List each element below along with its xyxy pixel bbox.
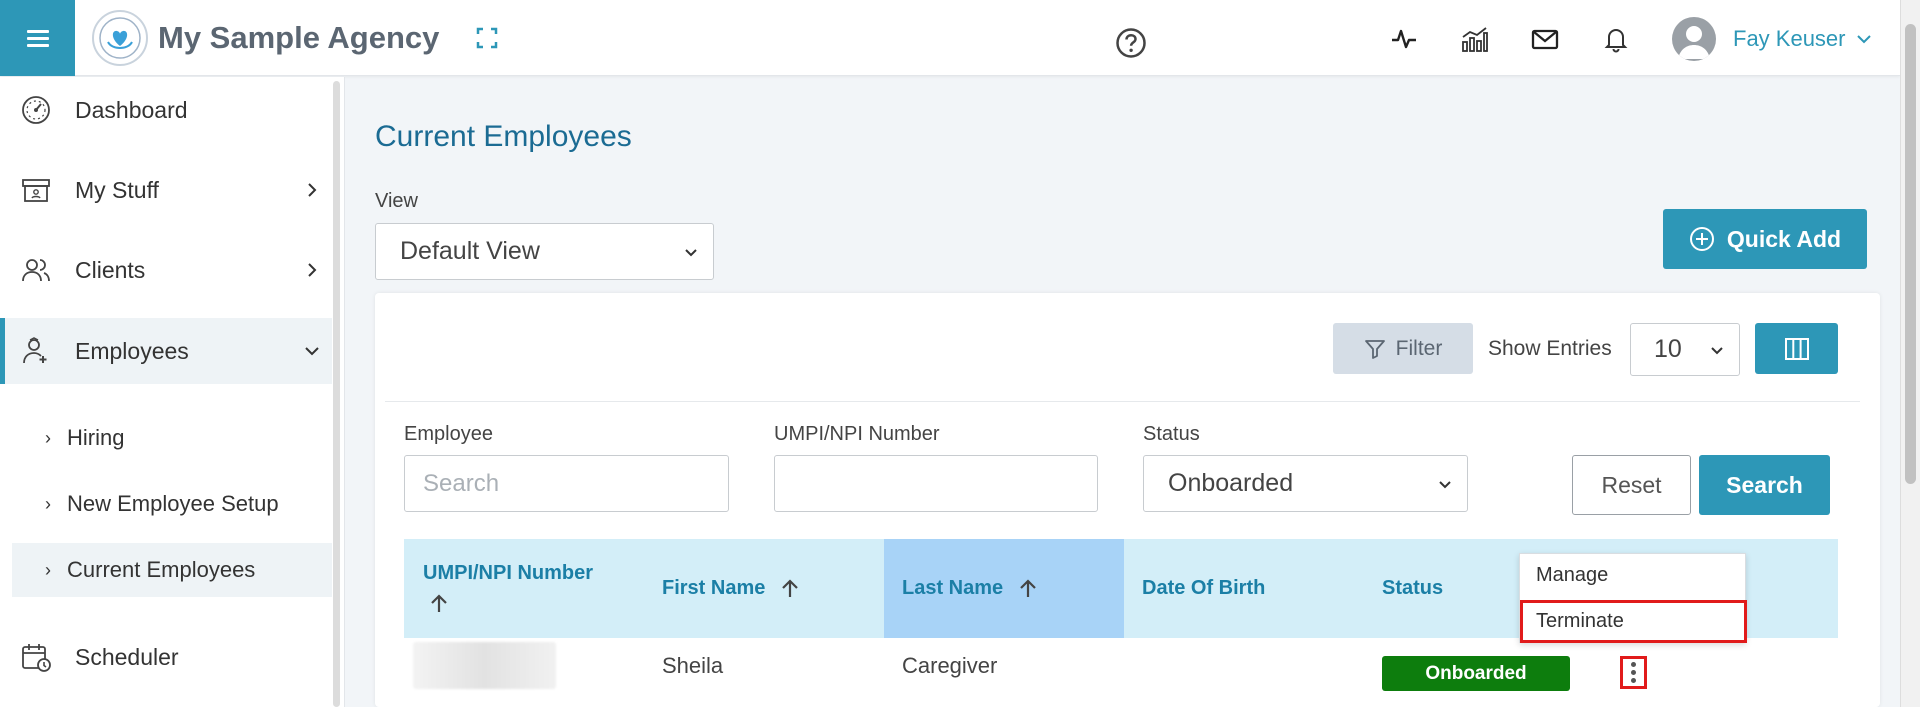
agency-logo — [92, 10, 148, 66]
sidebar-item-label: My Stuff — [75, 176, 159, 203]
sidebar-item-label: Employees — [75, 337, 189, 364]
archive-box-icon — [22, 179, 50, 202]
chevron-down-icon — [685, 248, 697, 256]
top-bar: My Sample Agency Fay Keuser — [0, 0, 1900, 76]
dashboard-gauge-icon — [22, 96, 50, 124]
bell-icon[interactable] — [1601, 24, 1631, 54]
view-label: View — [375, 190, 418, 212]
column-header-last-name[interactable]: Last Name — [884, 539, 1124, 638]
show-entries-label: Show Entries — [1488, 337, 1612, 360]
chevron-right-icon: › — [45, 427, 51, 448]
card-divider — [385, 401, 1860, 402]
column-header-label: Status — [1382, 577, 1444, 599]
reset-button[interactable]: Reset — [1572, 455, 1691, 515]
fullscreen-icon[interactable] — [475, 26, 499, 50]
help-icon[interactable] — [1115, 27, 1147, 59]
status-badge: Onboarded — [1382, 656, 1570, 691]
sidebar-item-label: Scheduler — [75, 643, 179, 670]
plus-circle-icon — [1689, 227, 1714, 251]
sidebar-subitem-hiring[interactable]: › Hiring — [12, 411, 332, 465]
menu-toggle-button[interactable] — [0, 0, 75, 76]
sidebar-item-label: Clients — [75, 256, 146, 283]
chevron-down-icon — [305, 347, 319, 356]
avatar[interactable] — [1672, 17, 1716, 61]
hamburger-icon — [26, 28, 49, 49]
column-header-label: First Name — [662, 577, 766, 599]
sidebar-subitem-label: New Employee Setup — [67, 491, 279, 516]
sidebar-item-clients[interactable]: Clients — [0, 237, 332, 303]
umpi-input[interactable] — [774, 455, 1098, 512]
kebab-dot-icon — [1631, 678, 1636, 683]
status-select[interactable]: Onboarded — [1143, 455, 1468, 512]
view-select[interactable]: Default View — [375, 223, 714, 280]
chevron-down-icon — [1711, 346, 1723, 354]
sidebar-item-my-stuff[interactable]: My Stuff — [0, 157, 332, 223]
umpi-filter-label: UMPI/NPI Number — [774, 423, 940, 445]
column-header-status: Status — [1364, 539, 1514, 638]
sort-up-icon — [782, 578, 799, 597]
status-select-value: Onboarded — [1168, 469, 1294, 497]
show-entries-select[interactable]: 10 — [1630, 323, 1740, 376]
sidebar-item-scheduler[interactable]: Scheduler — [0, 624, 332, 690]
page-title: Current Employees — [375, 120, 632, 153]
funnel-icon — [1364, 339, 1385, 359]
column-header-umpi[interactable]: UMPI/NPI Number — [404, 539, 644, 638]
sidebar-subitem-label: Hiring — [67, 425, 125, 450]
last-name-cell: Caregiver — [902, 653, 998, 678]
column-header-date-of-birth: Date Of Birth — [1124, 539, 1364, 638]
first-name-cell: Sheila — [662, 653, 724, 678]
sidebar-item-label: Dashboard — [75, 96, 188, 123]
activity-pulse-icon[interactable] — [1389, 24, 1419, 54]
chevron-right-icon: › — [45, 493, 51, 514]
employee-icon — [23, 337, 47, 364]
row-actions-button[interactable] — [1620, 656, 1647, 689]
calendar-clock-icon — [22, 644, 51, 672]
page-scrollbar[interactable] — [1900, 0, 1920, 707]
sidebar-subitem-new-employee-setup[interactable]: › New Employee Setup — [12, 477, 332, 531]
quick-add-button[interactable]: Quick Add — [1663, 209, 1867, 269]
redacted-umpi-cell — [413, 642, 556, 689]
employee-search-input[interactable]: Search — [404, 455, 729, 512]
filter-label: Filter — [1395, 336, 1443, 360]
user-name[interactable]: Fay Keuser — [1733, 26, 1846, 52]
users-icon — [22, 259, 50, 282]
employee-filter-label: Employee — [404, 423, 493, 445]
filter-button[interactable]: Filter — [1333, 323, 1473, 374]
kebab-dot-icon — [1631, 670, 1636, 675]
show-entries-value: 10 — [1654, 335, 1682, 363]
sidebar-item-dashboard[interactable]: Dashboard — [0, 77, 332, 143]
chevron-right-icon — [308, 183, 317, 197]
sort-up-icon — [1020, 578, 1036, 597]
sort-up-icon — [431, 594, 447, 612]
chevron-down-icon — [1439, 480, 1451, 488]
sidebar-item-employees[interactable]: Employees — [0, 318, 332, 384]
sidebar-scrollbar[interactable] — [333, 81, 340, 707]
columns-icon — [1784, 337, 1809, 360]
chevron-right-icon: › — [45, 559, 51, 580]
view-select-value: Default View — [400, 237, 540, 265]
column-header-label: Date Of Birth — [1142, 577, 1266, 599]
column-header-label: Last Name — [902, 577, 1004, 599]
status-filter-label: Status — [1143, 423, 1200, 445]
agency-name: My Sample Agency — [158, 20, 440, 55]
column-header-first-name[interactable]: First Name — [644, 539, 884, 638]
sidebar-subitem-label: Current Employees — [67, 557, 256, 582]
kebab-dot-icon — [1631, 662, 1636, 667]
chevron-right-icon — [308, 263, 317, 277]
search-button[interactable]: Search — [1699, 455, 1830, 515]
menu-item-terminate[interactable]: Terminate — [1520, 600, 1747, 643]
row-actions-menu: Manage Terminate — [1519, 553, 1747, 643]
mail-icon[interactable] — [1530, 24, 1560, 54]
scrollbar-thumb[interactable] — [1905, 24, 1916, 484]
sidebar-subitem-current-employees[interactable]: › Current Employees — [12, 543, 332, 597]
analytics-chart-icon[interactable] — [1459, 24, 1489, 54]
user-avatar-icon — [1678, 26, 1710, 59]
quick-add-label: Quick Add — [1726, 225, 1842, 252]
chevron-down-icon[interactable] — [1855, 30, 1873, 48]
columns-toggle-button[interactable] — [1755, 323, 1838, 374]
menu-item-manage[interactable]: Manage — [1520, 554, 1747, 597]
column-header-label: UMPI/NPI Number — [423, 562, 594, 584]
